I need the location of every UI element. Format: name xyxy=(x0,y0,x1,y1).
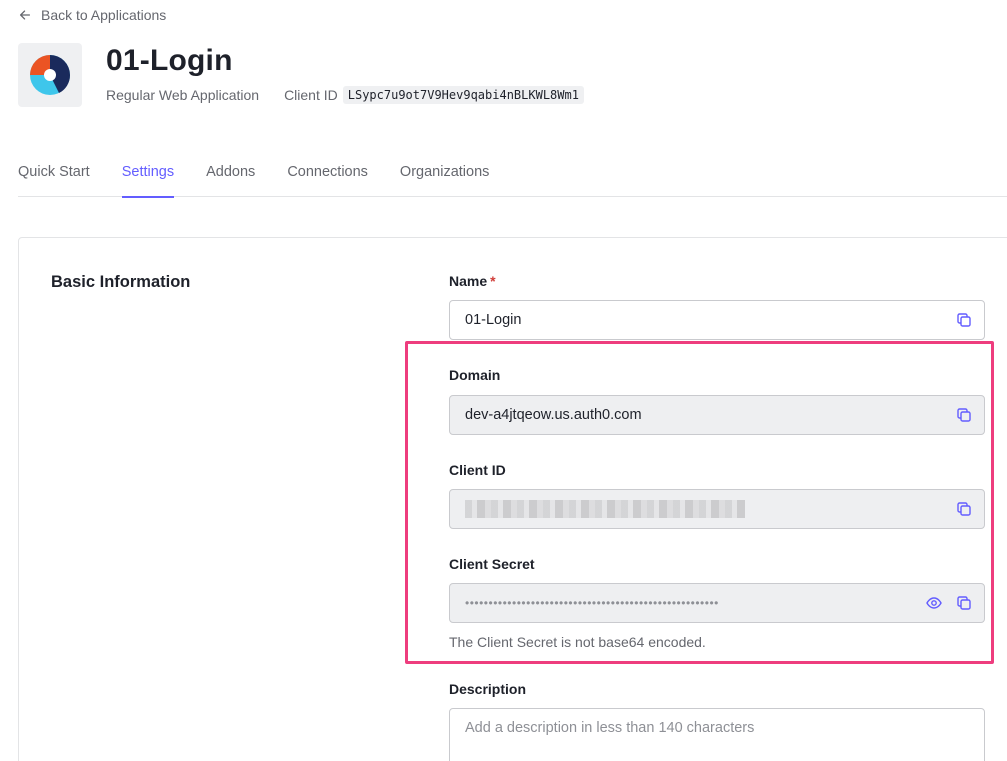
description-label: Description xyxy=(449,681,527,697)
client-secret-label: Client Secret xyxy=(449,556,535,572)
domain-value: dev-a4jtqeow.us.auth0.com xyxy=(465,407,642,423)
copy-icon xyxy=(957,408,971,422)
client-id-label: Client ID xyxy=(284,87,338,103)
section-title: Basic Information xyxy=(51,273,191,291)
reveal-secret-button[interactable] xyxy=(924,593,944,613)
copy-name-button[interactable] xyxy=(954,310,974,330)
name-value: 01-Login xyxy=(465,312,522,328)
app-logo-icon xyxy=(30,55,71,95)
redaction-blur xyxy=(465,500,745,518)
tab-addons[interactable]: Addons xyxy=(206,158,255,197)
eye-icon xyxy=(926,597,942,609)
app-logo xyxy=(18,43,82,107)
app-title: 01-Login xyxy=(106,44,233,77)
app-meta: Regular Web Application Client ID LSypc7… xyxy=(106,86,584,104)
tab-bar: Quick Start Settings Addons Connections … xyxy=(18,158,1007,198)
client-secret-hint: The Client Secret is not base64 encoded. xyxy=(449,634,706,650)
client-id-chip[interactable]: LSypc7u9ot7V9Hev9qabi4nBLKWL8Wm1 xyxy=(342,86,584,104)
client-secret-field[interactable]: ••••••••••••••••••••••••••••••••••••••••… xyxy=(449,583,985,623)
name-label: Name * xyxy=(449,273,496,289)
domain-field[interactable]: dev-a4jtqeow.us.auth0.com xyxy=(449,395,985,435)
copy-client-secret-button[interactable] xyxy=(954,593,974,613)
arrow-left-icon xyxy=(19,10,31,20)
copy-domain-button[interactable] xyxy=(954,405,974,425)
back-link-label: Back to Applications xyxy=(41,7,167,23)
description-placeholder: Add a description in less than 140 chara… xyxy=(465,720,755,736)
client-id-field[interactable] xyxy=(449,489,985,529)
name-label-text: Name xyxy=(449,273,488,289)
client-id-field-label: Client ID xyxy=(449,462,506,478)
tab-quick-start[interactable]: Quick Start xyxy=(18,158,90,197)
app-type: Regular Web Application xyxy=(106,87,260,103)
copy-icon xyxy=(957,313,971,327)
tab-organizations[interactable]: Organizations xyxy=(400,158,489,197)
copy-client-id-button[interactable] xyxy=(954,499,974,519)
client-secret-masked-value: ••••••••••••••••••••••••••••••••••••••••… xyxy=(465,596,719,610)
description-textarea[interactable]: Add a description in less than 140 chara… xyxy=(449,708,985,761)
tab-connections[interactable]: Connections xyxy=(287,158,368,197)
client-id-redacted-value xyxy=(465,500,954,518)
name-input[interactable]: 01-Login xyxy=(449,300,985,340)
back-to-applications-link[interactable]: Back to Applications xyxy=(18,7,166,23)
copy-icon xyxy=(957,596,971,610)
domain-label: Domain xyxy=(449,367,501,383)
copy-icon xyxy=(957,502,971,516)
tab-settings[interactable]: Settings xyxy=(121,158,175,198)
required-mark: * xyxy=(490,273,496,289)
